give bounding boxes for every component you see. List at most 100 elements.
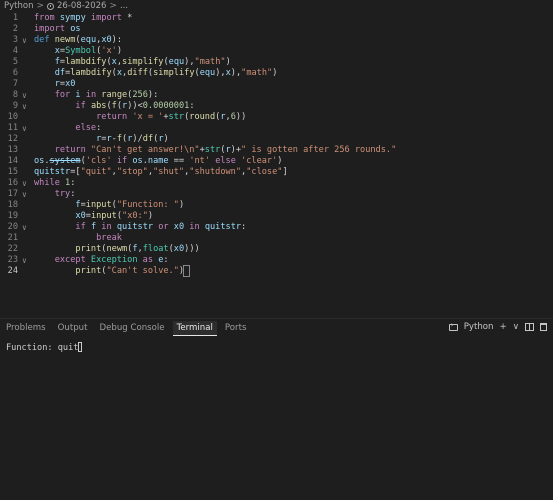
chevron-down-icon[interactable]: ∨ [513, 322, 519, 332]
code-line[interactable]: 5 f=lambdify(x,simplify(equ),"math") [0, 57, 553, 68]
panel-actions: Python + ∨ [448, 321, 547, 332]
code-text: r=x0 [54, 79, 76, 89]
code-line[interactable]: 4 x=Symbol('x') [0, 46, 553, 57]
new-terminal-button[interactable]: + [500, 322, 507, 332]
line-number: 1 [12, 13, 18, 23]
fold-chevron-icon[interactable]: ∨ [22, 90, 30, 101]
line-number: 5 [12, 57, 18, 67]
terminal-profile-label[interactable]: Python [464, 322, 494, 332]
line-number: 12 [7, 134, 18, 144]
code-line[interactable]: 23 ∨ except Exception as e: [0, 255, 553, 266]
terminal-line: Function: quit [6, 342, 83, 353]
code-line[interactable]: 9 ∨ if abs(f(r))<0.0000001: [0, 101, 553, 112]
tab-problems[interactable]: Problems [2, 321, 50, 335]
code-text: try: [54, 189, 76, 199]
code-text: else: [75, 123, 102, 133]
code-line[interactable]: 14 os.system('cls' if os.name == 'nt' els… [0, 156, 553, 167]
code-text: r=r-f(r)/df(r) [96, 134, 169, 144]
line-number: 16 [7, 178, 18, 188]
code-text: f=lambdify(x,simplify(equ),"math") [54, 57, 231, 67]
code-text: break [96, 233, 122, 243]
code-line[interactable]: 12 r=r-f(r)/df(r) [0, 134, 553, 145]
fold-chevron-icon[interactable]: ∨ [22, 101, 30, 112]
line-number: 22 [7, 244, 18, 254]
code-line[interactable]: 15 quitstr=["quit","stop","shut","shutdow… [0, 167, 553, 178]
split-terminal-icon[interactable] [525, 323, 534, 331]
code-text: return 'x = '+str(round(r,6)) [96, 112, 247, 122]
code-text: os.system('cls' if os.name == 'nt' else … [34, 156, 283, 166]
code-text: import os [34, 24, 81, 34]
line-number: 17 [7, 189, 18, 199]
code-text: except Exception as e: [54, 255, 169, 265]
fold-chevron-icon[interactable]: ∨ [22, 35, 30, 46]
terminal-icon [448, 321, 458, 331]
tab-debug-console[interactable]: Debug Console [95, 321, 168, 335]
code-line[interactable]: 6 df=lambdify(x,diff(simplify(equ),x),"m… [0, 68, 553, 79]
terminal-prompt: Function: [6, 343, 58, 353]
breadcrumb-date[interactable]: 26-08-2026 [57, 1, 106, 11]
line-number: 11 [7, 123, 18, 133]
fold-chevron-icon[interactable]: ∨ [22, 178, 30, 189]
code-text: if abs(f(r))<0.0000001: [75, 101, 195, 111]
code-text: x=Symbol('x') [54, 46, 123, 56]
line-number: 21 [7, 233, 18, 243]
line-number: 20 [7, 222, 18, 232]
line-number: 4 [12, 46, 18, 56]
code-text: for i in range(256): [54, 90, 159, 100]
line-number: 23 [7, 255, 18, 265]
code-text: from sympy import * [34, 13, 133, 23]
breadcrumb: Python > 26-08-2026 > ... [0, 0, 553, 12]
code-text: f=input("Function: ") [75, 200, 185, 210]
code-text: if f in quitstr or x0 in quitstr: [75, 222, 247, 232]
code-line[interactable]: 24 print("Can't solve.") [0, 265, 553, 277]
line-number: 24 [7, 266, 18, 276]
line-number: 13 [7, 145, 18, 155]
line-number: 3 [12, 35, 18, 45]
code-line[interactable]: 13 return "Can't get answer!\n"+str(r)+"… [0, 145, 553, 156]
code-line[interactable]: 8 ∨ for i in range(256): [0, 90, 553, 101]
code-line[interactable]: 16 ∨ while 1: [0, 178, 553, 189]
code-line[interactable]: 21 break [0, 233, 553, 244]
code-line[interactable]: 22 print(newm(f,float(x0))) [0, 244, 553, 255]
code-line[interactable]: 11 ∨ else: [0, 123, 553, 134]
code-line[interactable]: 17 ∨ try: [0, 189, 553, 200]
code-line[interactable]: 7 r=x0 [0, 79, 553, 90]
breadcrumb-language[interactable]: Python [4, 1, 33, 11]
fold-chevron-icon[interactable]: ∨ [22, 255, 30, 266]
code-line[interactable]: 10 return 'x = '+str(round(r,6)) [0, 112, 553, 123]
fold-chevron-icon[interactable]: ∨ [22, 123, 30, 134]
line-number: 2 [12, 24, 18, 34]
line-number: 9 [12, 101, 18, 111]
code-line[interactable]: 2 import os [0, 24, 553, 35]
code-text: df=lambdify(x,diff(simplify(equ),x),"mat… [54, 68, 278, 78]
trash-icon[interactable] [540, 323, 547, 331]
code-text: print("Can't solve.") [34, 265, 191, 277]
tab-terminal[interactable]: Terminal [172, 320, 217, 336]
code-line[interactable]: 18 f=input("Function: ") [0, 200, 553, 211]
line-number: 7 [12, 79, 18, 89]
code-line[interactable]: 1 from sympy import * [0, 13, 553, 24]
line-number: 14 [7, 156, 18, 166]
chevron-right-icon-2: > [109, 1, 117, 11]
code-line[interactable]: 20 ∨ if f in quitstr or x0 in quitstr: [0, 222, 553, 233]
code-line[interactable]: 19 x0=input("x0:") [0, 211, 553, 222]
terminal-panel[interactable]: Function: quit [0, 338, 553, 500]
line-number: 19 [7, 211, 18, 221]
clock-icon [47, 2, 55, 10]
terminal-input: quit [57, 343, 79, 353]
breadcrumb-more[interactable]: ... [120, 1, 128, 11]
tab-ports[interactable]: Ports [221, 321, 251, 335]
code-text: print(newm(f,float(x0))) [75, 244, 200, 254]
code-text: while 1: [34, 178, 76, 188]
code-text: def newm(equ,x0): [34, 35, 123, 45]
code-text: quitstr=["quit","stop","shut","shutdown"… [34, 167, 288, 177]
chevron-right-icon: > [36, 1, 45, 11]
code-line[interactable]: 3 ∨ def newm(equ,x0): [0, 35, 553, 46]
tab-output[interactable]: Output [54, 321, 92, 335]
line-number: 8 [12, 90, 18, 100]
fold-chevron-icon[interactable]: ∨ [22, 189, 30, 200]
line-number: 18 [7, 200, 18, 210]
fold-chevron-icon[interactable]: ∨ [22, 222, 30, 233]
code-text: return "Can't get answer!\n"+str(r)+" is… [54, 145, 397, 155]
code-editor[interactable]: 1 from sympy import * 2 import os 3 ∨ def newm… [0, 12, 553, 312]
